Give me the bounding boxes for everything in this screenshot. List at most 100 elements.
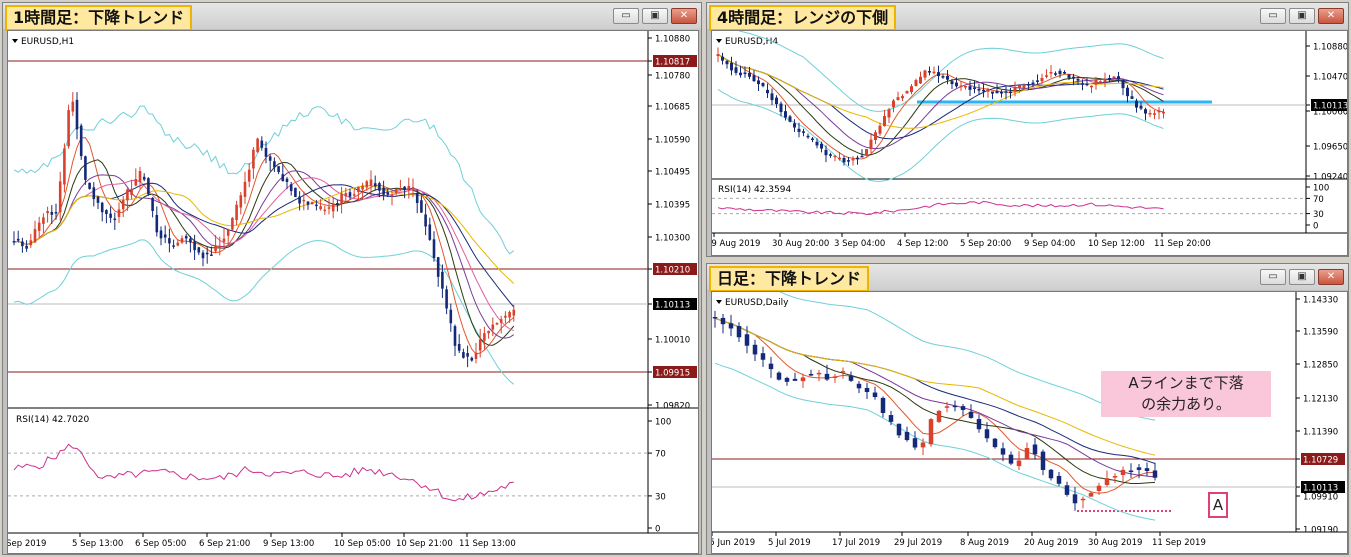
candle-body bbox=[121, 200, 125, 210]
candle-body bbox=[937, 72, 940, 77]
time-label: 9 Sep 13:00 bbox=[263, 539, 314, 549]
candle-body bbox=[126, 189, 129, 201]
candle-body bbox=[1108, 77, 1111, 80]
candle-body bbox=[928, 71, 931, 73]
candle-body bbox=[848, 375, 854, 381]
collapse-triangle-icon[interactable] bbox=[716, 39, 722, 43]
candle-body bbox=[113, 218, 117, 221]
h1-titlebar[interactable]: 1時間足：下降トレンド ▭ ▣ ✕ bbox=[3, 3, 701, 31]
candle-body bbox=[1072, 494, 1078, 504]
candle-body bbox=[470, 357, 474, 361]
candle-body bbox=[878, 125, 882, 134]
daily-chart-svg[interactable]: EURUSD,Daily 1.14330 1.13590 1.12850 1.1213… bbox=[712, 292, 1347, 553]
candle-body bbox=[172, 245, 175, 247]
price-label: 1.09915 bbox=[655, 369, 690, 379]
candle-body bbox=[1103, 79, 1107, 83]
candle-body bbox=[277, 166, 280, 173]
candle-body bbox=[984, 429, 990, 439]
candle-body bbox=[487, 330, 490, 334]
candle-body bbox=[285, 178, 289, 182]
candle-body bbox=[919, 76, 922, 84]
h4-chart-svg[interactable]: EURUSD,H4 RSI(14) 42.3594 1.10880 1.10470… bbox=[712, 31, 1347, 255]
candle-body bbox=[424, 214, 427, 227]
candle-body bbox=[775, 97, 778, 105]
candle-body bbox=[399, 188, 402, 191]
candle-body bbox=[950, 81, 954, 85]
minimize-button[interactable]: ▭ bbox=[1260, 8, 1286, 24]
candle-body bbox=[752, 75, 756, 82]
candle-body bbox=[792, 378, 798, 381]
h1-chart-area[interactable]: EURUSD,H1 RSI(14) 42.7020 1.10880 1.10817… bbox=[7, 30, 699, 554]
candle-body bbox=[1157, 110, 1161, 113]
candle-body bbox=[1094, 79, 1098, 85]
candle-body bbox=[117, 209, 121, 217]
minimize-button[interactable]: ▭ bbox=[1260, 269, 1286, 285]
price-label: 1.10470 bbox=[1313, 73, 1347, 83]
candle-body bbox=[1016, 460, 1022, 467]
candle-body bbox=[319, 206, 322, 210]
candle-body bbox=[75, 99, 79, 130]
daily-titlebar[interactable]: 日足：下降トレンド ▭ ▣ ✕ bbox=[707, 264, 1348, 292]
minimize-button[interactable]: ▭ bbox=[613, 8, 639, 24]
candle-body bbox=[736, 326, 742, 338]
candle-body bbox=[788, 116, 792, 122]
candle-body bbox=[189, 238, 192, 243]
h4-chart-window: 4時間足：レンジの下側 ▭ ▣ ✕ EURUSD,H4 RSI(14) 42.3… bbox=[706, 2, 1349, 257]
candle-body bbox=[964, 85, 967, 88]
time-label: 10 Sep 05:00 bbox=[334, 539, 391, 549]
candle-body bbox=[462, 352, 465, 358]
candle-body bbox=[289, 184, 293, 192]
time-label: 5 Jul 2019 bbox=[768, 538, 811, 548]
price-label: 1.10817 bbox=[655, 58, 690, 68]
candle-body bbox=[847, 160, 850, 162]
time-label: 11 Sep 2019 bbox=[1152, 538, 1206, 548]
restore-button[interactable]: ▣ bbox=[642, 8, 668, 24]
candle-body bbox=[864, 387, 870, 393]
price-label: 0 bbox=[1313, 222, 1318, 232]
candle-body bbox=[955, 82, 958, 87]
candle-body bbox=[1022, 85, 1026, 89]
time-label: 11 Sep 20:00 bbox=[1154, 239, 1211, 249]
candle-body bbox=[84, 156, 87, 180]
candle-body bbox=[382, 187, 385, 195]
candle-body bbox=[1040, 451, 1046, 470]
h1-rsi-label: RSI(14) 42.7020 bbox=[16, 415, 89, 425]
close-button[interactable]: ✕ bbox=[1318, 8, 1344, 24]
candle-body bbox=[1072, 76, 1075, 79]
candle-body bbox=[820, 143, 823, 149]
restore-button[interactable]: ▣ bbox=[1289, 8, 1315, 24]
candle-body bbox=[483, 333, 486, 341]
collapse-triangle-icon[interactable] bbox=[716, 300, 722, 304]
h4-symbol-label: EURUSD,H4 bbox=[725, 37, 778, 47]
candle-body bbox=[936, 410, 942, 422]
price-label: 1.10780 bbox=[655, 72, 690, 82]
restore-button[interactable]: ▣ bbox=[1289, 269, 1315, 285]
candle-body bbox=[928, 419, 934, 445]
candle-body bbox=[982, 89, 985, 92]
h1-chart-svg[interactable]: EURUSD,H1 RSI(14) 42.7020 1.10880 1.10817… bbox=[8, 31, 698, 553]
h4-titlebar[interactable]: 4時間足：レンジの下側 ▭ ▣ ✕ bbox=[707, 3, 1348, 31]
candle-body bbox=[1032, 444, 1038, 455]
restore-icon: ▣ bbox=[650, 10, 660, 21]
candle-body bbox=[800, 377, 806, 382]
candle-body bbox=[779, 103, 783, 113]
candle-body bbox=[205, 252, 209, 255]
h4-chart-area[interactable]: EURUSD,H4 RSI(14) 42.3594 1.10880 1.10470… bbox=[711, 30, 1348, 256]
close-button[interactable]: ✕ bbox=[671, 8, 697, 24]
close-button[interactable]: ✕ bbox=[1318, 269, 1344, 285]
candle-body bbox=[105, 210, 108, 215]
time-label: 6 Sep 21:00 bbox=[199, 539, 250, 549]
candle-body bbox=[168, 238, 171, 244]
candle-body bbox=[991, 91, 994, 94]
candle-body bbox=[959, 85, 963, 88]
candle-body bbox=[302, 199, 306, 202]
candle-body bbox=[865, 149, 868, 156]
price-label: 1.10880 bbox=[655, 35, 690, 45]
candle-body bbox=[760, 353, 766, 360]
candle-body bbox=[1008, 454, 1014, 464]
daily-chart-area[interactable]: EURUSD,Daily 1.14330 1.13590 1.12850 1.1213… bbox=[711, 291, 1348, 554]
candle-body bbox=[824, 373, 830, 380]
candle-body bbox=[1049, 72, 1053, 74]
candle-body bbox=[739, 72, 742, 76]
candle-body bbox=[1058, 70, 1062, 75]
